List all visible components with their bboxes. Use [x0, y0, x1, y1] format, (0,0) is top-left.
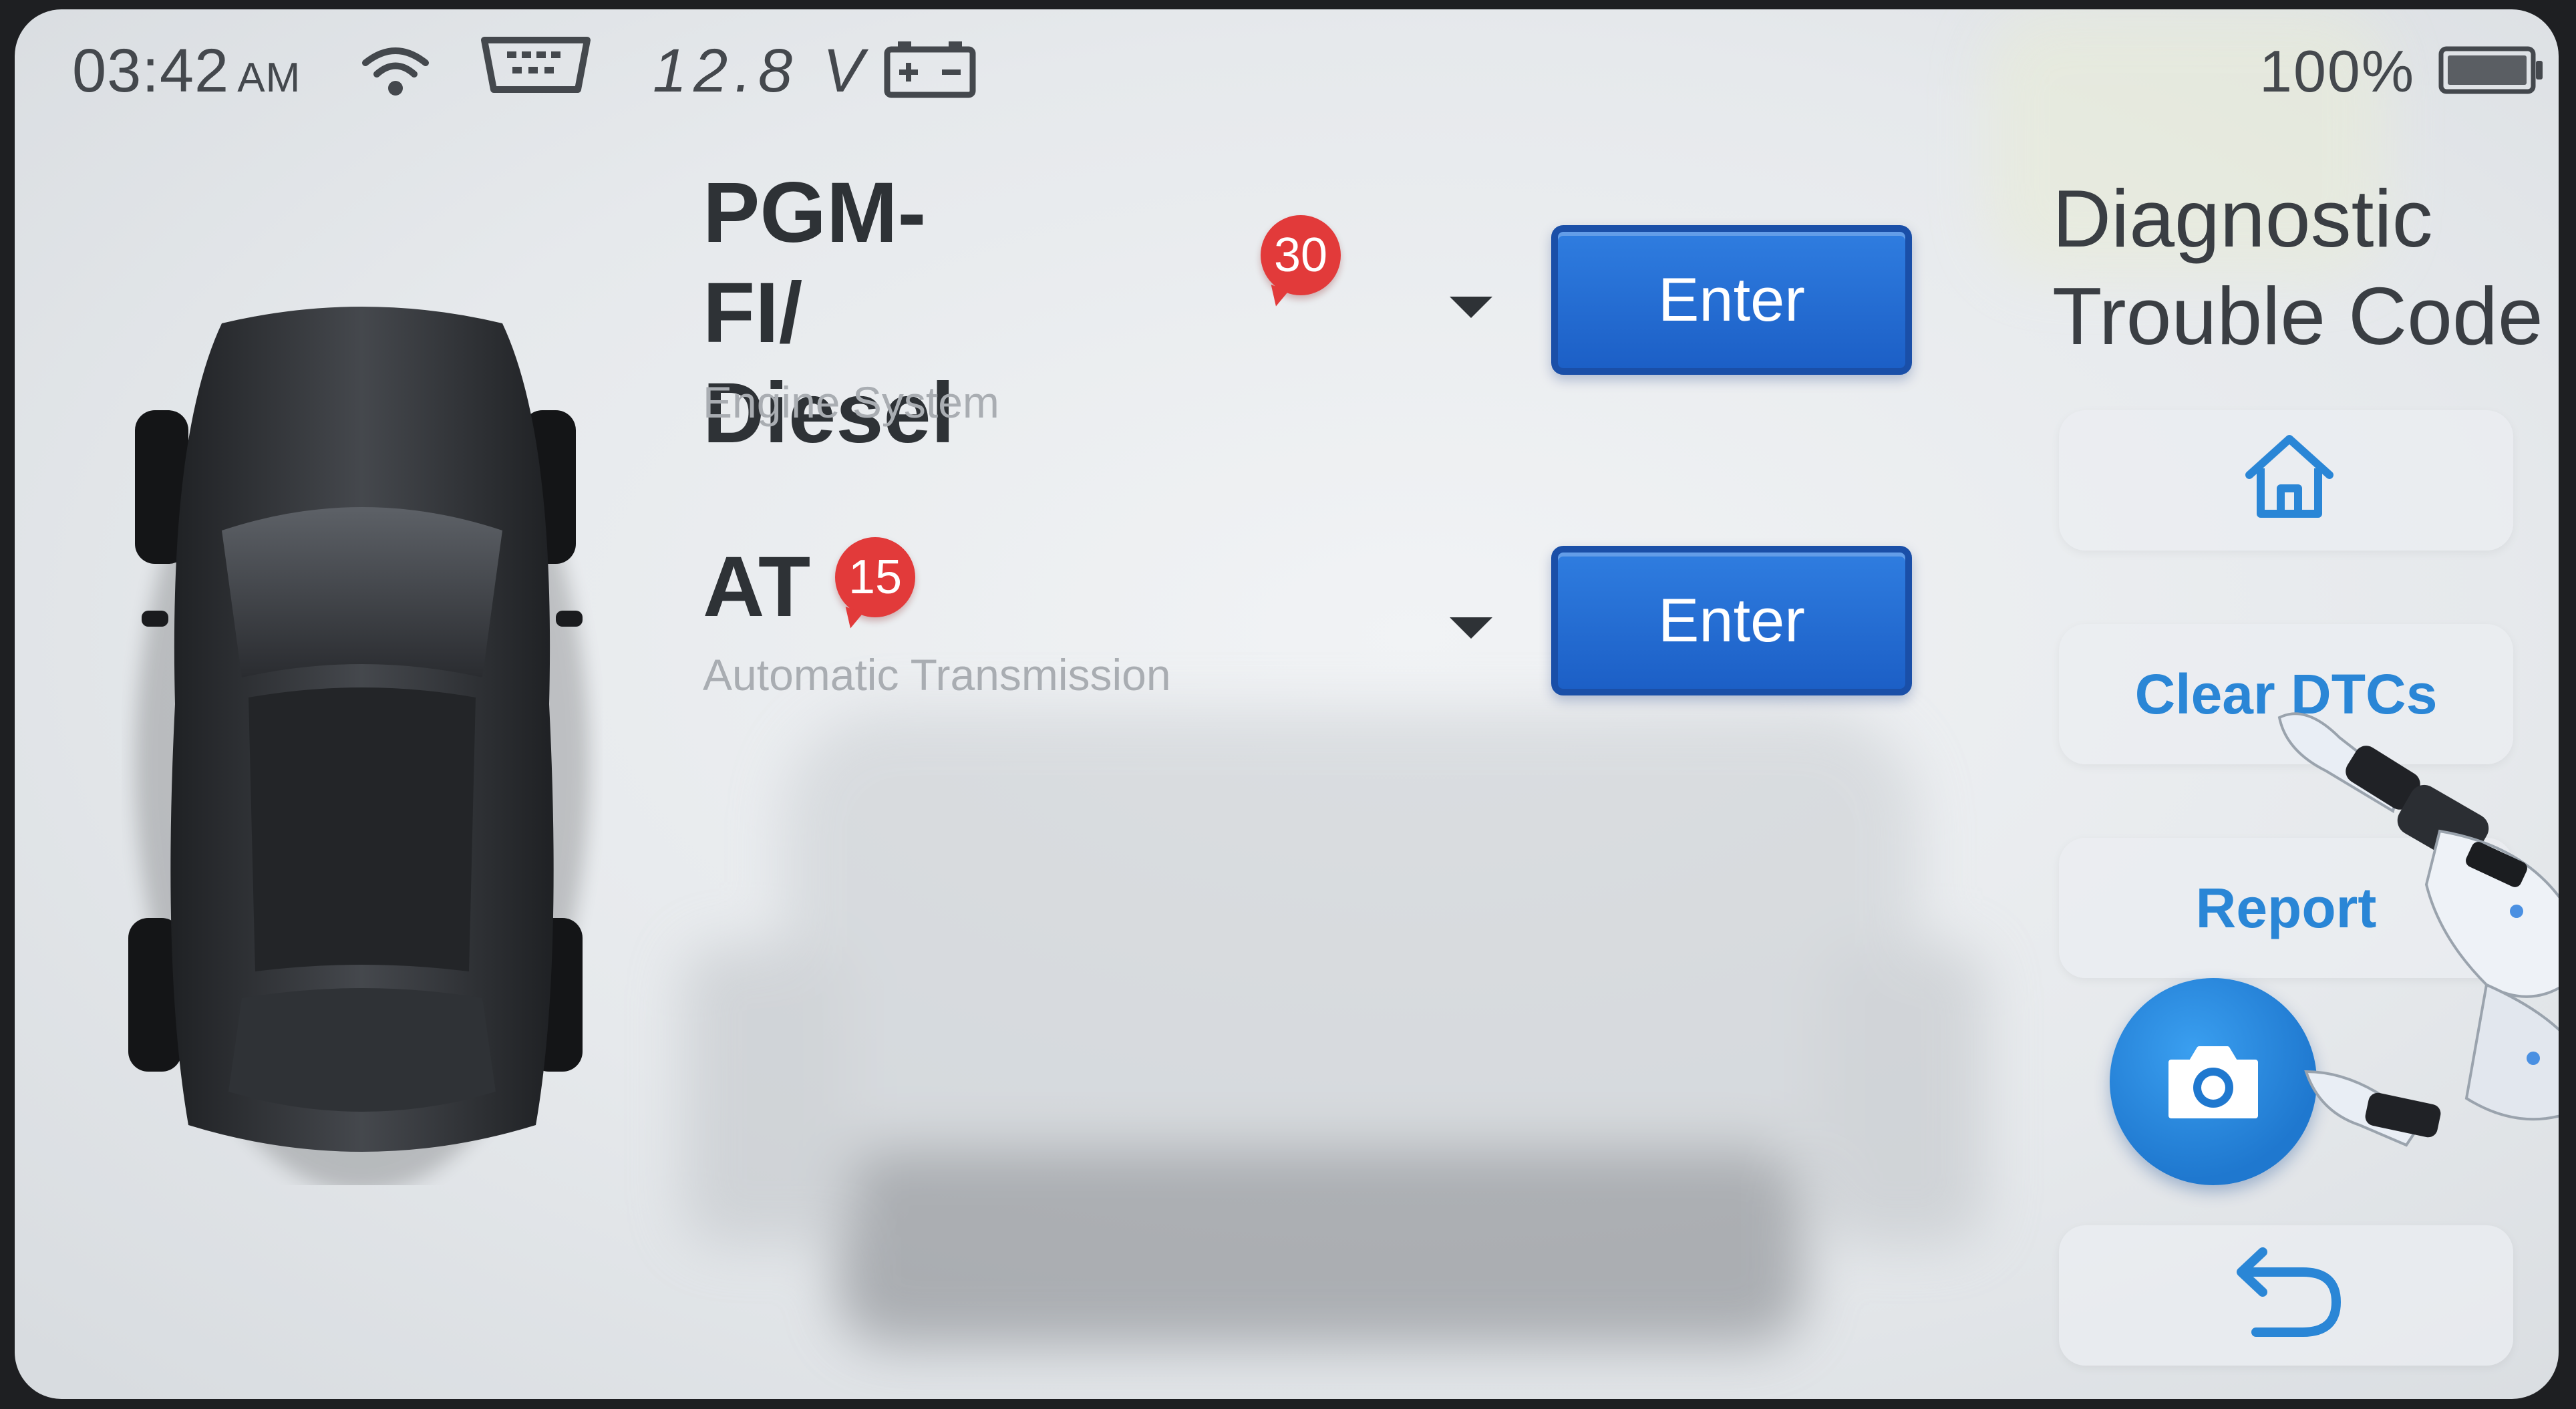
home-icon: [2245, 435, 2333, 518]
panel-title-line1: Diagnostic: [2052, 173, 2433, 264]
robot-hand-illustration: [2277, 712, 2559, 1147]
panel-title-line2: Trouble Code: [2052, 271, 2543, 361]
system-title-transmission: AT: [703, 539, 811, 635]
enter-button-engine[interactable]: Enter: [1551, 225, 1912, 375]
expand-caret-transmission[interactable]: [1450, 617, 1492, 639]
voltage-readout: 12.8 V: [653, 37, 870, 105]
back-button[interactable]: [2059, 1225, 2513, 1366]
device-screen: 03:42 AM 12.8 V 100% PGM-FI/ Diesel Engi…: [15, 9, 2559, 1399]
clock: 03:42 AM: [72, 36, 301, 106]
clock-time: 03:42: [72, 37, 230, 105]
system-subtitle-engine: Engine System: [703, 377, 999, 427]
dtc-count-badge-transmission: 15: [835, 537, 915, 617]
dtc-count-badge-engine: 30: [1261, 215, 1341, 295]
expand-caret-engine[interactable]: [1450, 297, 1492, 318]
car-battery-icon: [884, 41, 976, 98]
camera-icon: [2168, 1046, 2258, 1118]
obd-connector-icon: [481, 37, 591, 93]
device-battery-icon: [2438, 46, 2543, 94]
enter-button-transmission[interactable]: Enter: [1551, 546, 1912, 695]
system-subtitle-transmission: Automatic Transmission: [703, 650, 1171, 699]
home-button[interactable]: [2059, 410, 2513, 551]
clock-ampm: AM: [237, 55, 301, 101]
battery-percent: 100%: [2259, 38, 2416, 104]
back-arrow-icon: [2237, 1247, 2342, 1337]
status-bar: 03:42 AM 12.8 V 100%: [15, 9, 2559, 136]
vehicle-top-view-image: [128, 307, 589, 1185]
wifi-icon: [362, 47, 429, 96]
system-title-line1: PGM-FI/: [703, 165, 927, 361]
panel-title: Diagnostic Trouble Code: [2052, 170, 2559, 365]
